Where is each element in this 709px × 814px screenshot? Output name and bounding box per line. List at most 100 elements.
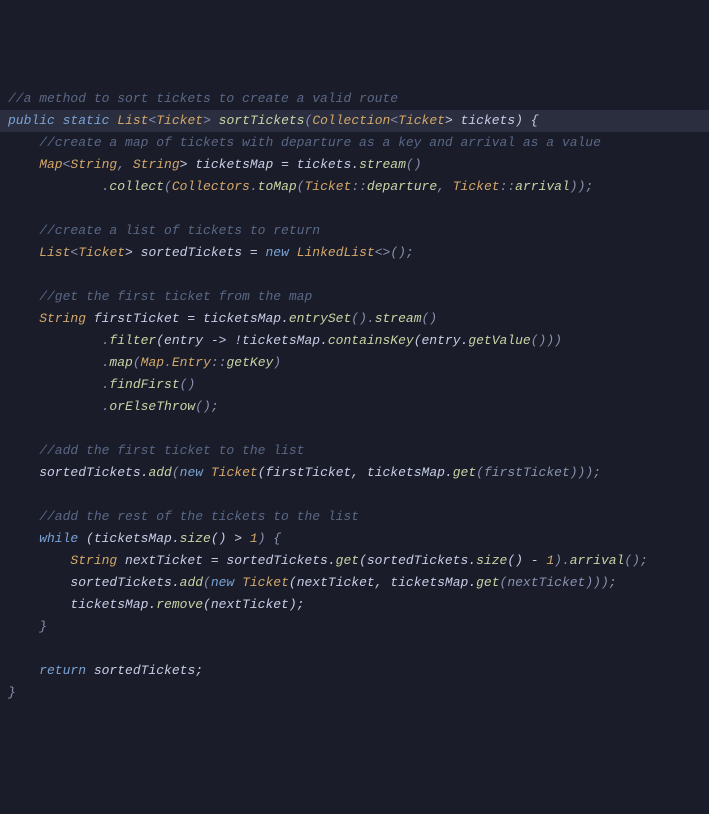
type: String [70,157,117,172]
punct: > [203,113,219,128]
code-line [0,484,709,506]
method: findFirst [109,377,179,392]
method: toMap [258,179,297,194]
punct: <>(); [375,245,414,260]
op: :: [211,355,227,370]
type: Ticket [211,465,258,480]
code-line: .findFirst() [0,374,709,396]
method: filter [109,333,156,348]
method: get [476,575,499,590]
method: add [180,575,203,590]
code-line: .orElseThrow(); [0,396,709,418]
type: Ticket [398,113,445,128]
method: entrySet [289,311,351,326]
punct: . [8,179,109,194]
code-line: return sortedTickets; [0,660,709,682]
method: collect [109,179,164,194]
punct: , [117,157,133,172]
type: Map [8,157,63,172]
punct: ) { [258,531,281,546]
punct: ( [164,179,172,194]
method: get [336,553,359,568]
method: departure [367,179,437,194]
params: > tickets) { [445,113,539,128]
ident: (sortedTickets. [359,553,476,568]
keyword: new [265,245,296,260]
code-line: while (ticketsMap.size() > 1) { [0,528,709,550]
type: String [8,311,86,326]
ident: (ticketsMap. [86,531,180,546]
code-line: ticketsMap.remove(nextTicket); [0,594,709,616]
punct: (); [195,399,218,414]
punct: (); [624,553,647,568]
method: containsKey [328,333,414,348]
type: Ticket [305,179,352,194]
op: :: [351,179,367,194]
ident: > sortedTickets = [125,245,265,260]
method: arrival [515,179,570,194]
punct: , [437,179,453,194]
code-line: .filter(entry -> !ticketsMap.containsKey… [0,330,709,352]
ident: (entry -> !ticketsMap. [156,333,328,348]
ident: sortedTickets. [8,575,180,590]
code-line: sortedTickets.add(new Ticket(firstTicket… [0,462,709,484]
keyword: while [8,531,86,546]
punct: < [390,113,398,128]
method: size [476,553,507,568]
punct: ) [273,355,281,370]
method: orElseThrow [109,399,195,414]
code-line: //create a list of tickets to return [0,220,709,242]
type: Ticket [242,575,289,590]
code-line [0,198,709,220]
code-line: .collect(Collectors.toMap(Ticket::depart… [0,176,709,198]
ident: () > [211,531,250,546]
punct: . [8,355,109,370]
ident: nextTicket = sortedTickets. [117,553,335,568]
type: Collectors [172,179,250,194]
keyword: new [180,465,211,480]
ident: ticketsMap. [8,597,156,612]
punct: () [422,311,438,326]
method: getKey [226,355,273,370]
code-line: .map(Map.Entry::getKey) [0,352,709,374]
punct: (). [351,311,374,326]
punct: . [250,179,258,194]
code-line: sortedTickets.add(new Ticket(nextTicket,… [0,572,709,594]
brace: } [8,685,16,700]
ident: (nextTicket); [203,597,304,612]
brace: } [8,619,47,634]
code-line: //get the first ticket from the map [0,286,709,308]
punct: ())) [531,333,562,348]
method: arrival [570,553,625,568]
punct: ). [554,553,570,568]
code-editor[interactable]: //a method to sort tickets to create a v… [0,88,709,704]
code-line: Map<String, String> ticketsMap = tickets… [0,154,709,176]
comment: //create a map of tickets with departure… [8,135,601,150]
code-line [0,638,709,660]
type: Collection [312,113,390,128]
punct: () [180,377,196,392]
ident: sortedTickets. [8,465,148,480]
code-line: //a method to sort tickets to create a v… [0,88,709,110]
punct: (nextTicket))); [500,575,617,590]
punct: ( [203,575,211,590]
keyword: return [8,663,94,678]
method-name: sortTickets [219,113,305,128]
number: 1 [250,531,258,546]
code-line: } [0,682,709,704]
code-line-highlighted: public static List<Ticket> sortTickets(C… [0,110,709,132]
comment: //a method to sort tickets to create a v… [8,91,398,106]
punct: . [8,399,109,414]
method: add [148,465,171,480]
number: 1 [546,553,554,568]
ident: () - [507,553,546,568]
comment: //add the first ticket to the list [8,443,304,458]
punct: )); [570,179,593,194]
punct: . [8,333,109,348]
ident: (entry. [414,333,469,348]
method: map [109,355,132,370]
method: size [180,531,211,546]
code-line: String firstTicket = ticketsMap.entrySet… [0,308,709,330]
method: stream [375,311,422,326]
punct: () [406,157,422,172]
